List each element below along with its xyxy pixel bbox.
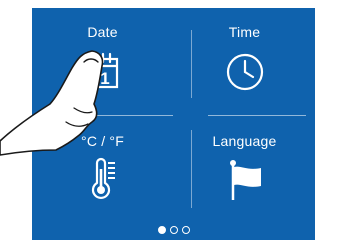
pointing-hand-icon bbox=[0, 50, 104, 156]
